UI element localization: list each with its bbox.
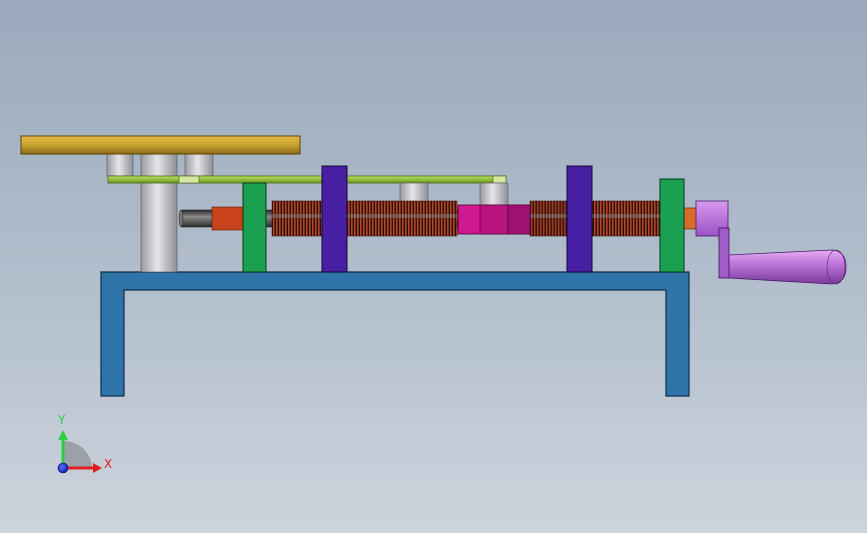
rail-end-left[interactable] xyxy=(178,175,200,184)
triad-x-arrow xyxy=(93,463,102,473)
rail-end-right[interactable] xyxy=(492,175,507,184)
triad-y-arrow xyxy=(58,430,68,440)
guide-block-2[interactable] xyxy=(479,182,509,206)
model-view[interactable] xyxy=(0,0,867,533)
shaft-end-left xyxy=(178,209,184,228)
collar-left[interactable] xyxy=(211,206,245,231)
guide-rail[interactable] xyxy=(107,175,507,184)
triad-rotation-arc xyxy=(64,441,92,469)
slider-nut-face xyxy=(479,204,509,235)
thread-section-1[interactable] xyxy=(271,200,323,237)
slider-nut-end xyxy=(507,204,531,235)
crank-handle[interactable] xyxy=(728,249,847,285)
plate-spacer-right[interactable] xyxy=(184,153,214,177)
bearing-support-green-right[interactable] xyxy=(659,178,685,273)
triad-z-axis xyxy=(57,462,69,474)
triad-y-label: Y xyxy=(58,413,66,427)
top-plate[interactable] xyxy=(20,135,301,155)
coordinate-triad xyxy=(57,430,102,474)
bearing-support-green-left[interactable] xyxy=(242,182,267,273)
thread-section-2[interactable] xyxy=(346,200,458,237)
bearing-support-purple-right[interactable] xyxy=(566,165,593,273)
graphics-viewport[interactable]: Y X xyxy=(0,0,867,533)
vertical-column[interactable] xyxy=(140,153,178,273)
crank-arm[interactable] xyxy=(718,227,730,279)
thread-section-4[interactable] xyxy=(591,200,661,237)
thread-section-3[interactable] xyxy=(529,200,568,237)
triad-x-label: X xyxy=(104,457,113,471)
plate-spacer-left[interactable] xyxy=(106,153,134,177)
base-frame[interactable] xyxy=(100,271,690,397)
bearing-support-purple-left[interactable] xyxy=(321,165,348,273)
